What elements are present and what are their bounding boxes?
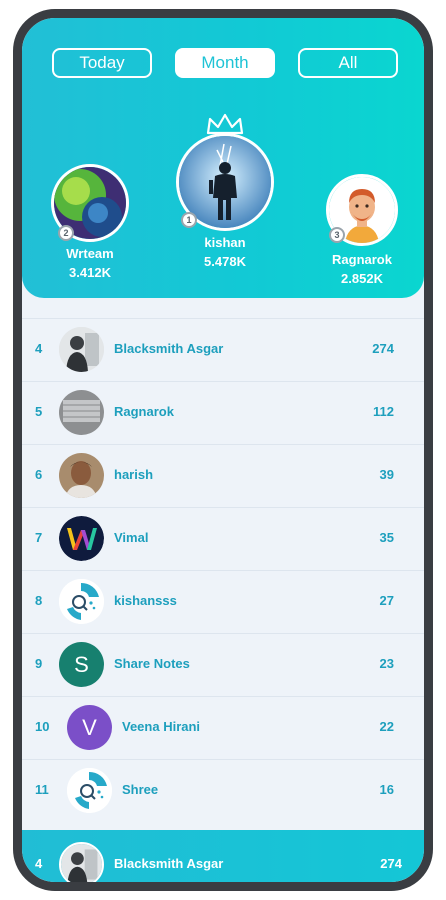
avatar: [59, 453, 104, 498]
player-score: 39: [379, 467, 394, 482]
player-score: 16: [379, 782, 394, 797]
avatar: [59, 390, 104, 435]
player-score: 35: [379, 530, 394, 545]
rank-number: 8: [35, 593, 43, 608]
player-name: Share Notes: [114, 656, 190, 671]
avatar: 2: [51, 164, 129, 242]
avatar: [59, 842, 104, 882]
rank-number: 4: [35, 341, 43, 356]
list-item[interactable]: 4 Blacksmith Asgar 274: [22, 318, 424, 380]
avatar: [59, 327, 104, 372]
player-name: harish: [114, 467, 154, 482]
player-name: Blacksmith Asgar: [114, 856, 224, 871]
podium-first-name: kishan: [204, 235, 246, 250]
player-score: 27: [379, 593, 394, 608]
tab-all[interactable]: All: [298, 48, 398, 78]
list-item[interactable]: 8 kishansss 27: [22, 570, 424, 632]
podium-first[interactable]: 1 kishan 5.478K: [173, 113, 277, 269]
player-score: 112: [373, 404, 394, 419]
w-logo-avatar: [59, 516, 104, 561]
podium-third[interactable]: 3 Ragnarok 2.852K: [316, 174, 408, 286]
gold-medal-icon: 1: [181, 212, 197, 228]
podium-third-name: Ragnarok: [332, 252, 392, 267]
phone-frame: Today Month All 2 Wrteam 3.412K 1 kishan…: [13, 9, 433, 891]
player-name: Vimal: [114, 530, 149, 545]
player-name: Shree: [122, 782, 159, 797]
rank-number: 10: [35, 719, 50, 734]
player-score: 274: [372, 341, 394, 356]
player-name: Blacksmith Asgar: [114, 341, 224, 356]
letter-avatar: V: [67, 705, 112, 750]
podium-first-score: 5.478K: [204, 254, 246, 269]
rank-number: 9: [35, 656, 43, 671]
player-score: 22: [379, 719, 394, 734]
crown-icon: [206, 113, 244, 135]
avatar: 1: [176, 133, 274, 231]
rank-number: 6: [35, 467, 43, 482]
player-name: kishansss: [114, 593, 177, 608]
player-name: Veena Hirani: [122, 719, 201, 734]
tab-month[interactable]: Month: [175, 48, 275, 78]
player-name: Ragnarok: [114, 404, 174, 419]
rank-number: 4: [35, 856, 43, 871]
q-logo-avatar: [59, 579, 104, 624]
list-item[interactable]: 11 Shree 16: [22, 759, 424, 821]
leaderboard-header: Today Month All 2 Wrteam 3.412K 1 kishan…: [22, 18, 424, 298]
podium-second-name: Wrteam: [66, 246, 114, 261]
tab-today[interactable]: Today: [52, 48, 152, 78]
list-item[interactable]: 10 V Veena Hirani 22: [22, 696, 424, 758]
podium-second-score: 3.412K: [69, 265, 111, 280]
bronze-medal-icon: 3: [329, 227, 345, 243]
rank-number: 5: [35, 404, 43, 419]
letter-avatar: S: [59, 642, 104, 687]
avatar: 3: [326, 174, 398, 246]
list-item[interactable]: 6 harish 39: [22, 444, 424, 506]
player-score: 274: [380, 856, 402, 871]
silver-medal-icon: 2: [58, 225, 74, 241]
list-item[interactable]: 9 S Share Notes 23: [22, 633, 424, 695]
current-user-row[interactable]: 4 Blacksmith Asgar 274: [22, 830, 424, 882]
q-logo-avatar: [67, 768, 112, 813]
list-item[interactable]: 7 Vimal 35: [22, 507, 424, 569]
rank-number: 11: [35, 782, 49, 797]
player-score: 23: [379, 656, 394, 671]
podium-third-score: 2.852K: [341, 271, 383, 286]
rank-number: 7: [35, 530, 43, 545]
podium-second[interactable]: 2 Wrteam 3.412K: [40, 164, 140, 280]
list-item[interactable]: 5 Ragnarok 112: [22, 381, 424, 443]
